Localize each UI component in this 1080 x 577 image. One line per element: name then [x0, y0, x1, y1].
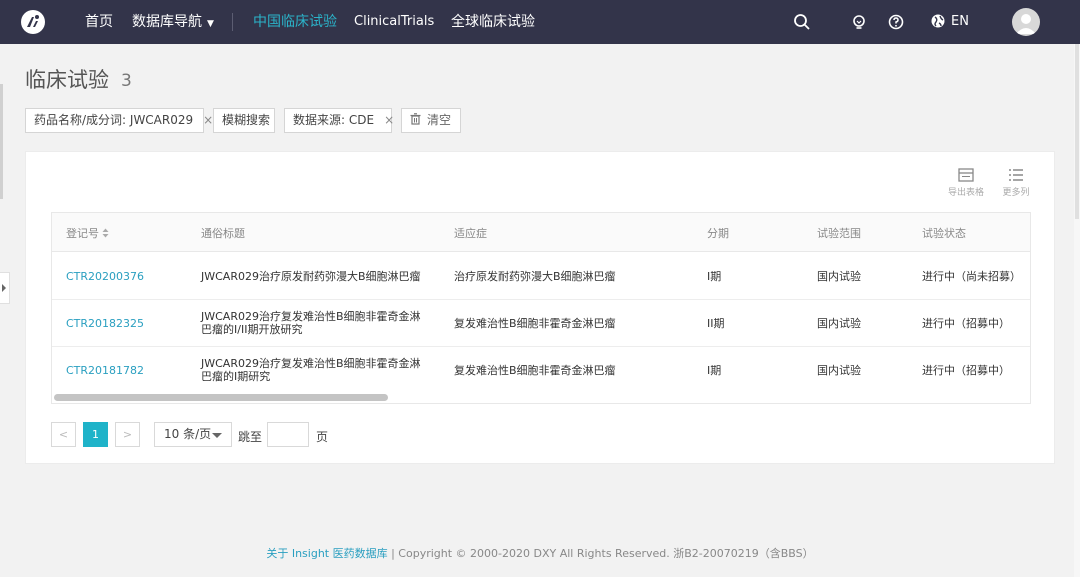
- column-header-registration-label: 登记号: [66, 227, 99, 240]
- filter-tag-fuzzy-label: 模糊搜索: [222, 113, 271, 127]
- table-row: CTR20181782 JWCAR029治疗复发难治性B细胞非霍奇金淋 巴瘤的I…: [52, 347, 1030, 394]
- caret-down-icon: [212, 433, 222, 438]
- lightbulb-icon[interactable]: [850, 13, 868, 31]
- filter-tag-source-label: 数据来源: CDE: [293, 113, 375, 127]
- dxy-logo-icon[interactable]: [21, 10, 45, 34]
- table-header: 登记号 通俗标题 适应症 分期 试验范围 试验状态: [52, 213, 1030, 252]
- trial-scope: 国内试验: [817, 364, 861, 377]
- list-icon: [1009, 169, 1023, 181]
- user-icon: [1016, 14, 1036, 34]
- trial-indication: 复发难治性B细胞非霍奇金淋巴瘤: [454, 364, 616, 377]
- close-icon[interactable]: ×: [203, 113, 213, 127]
- nav-divider: [232, 13, 233, 31]
- table-row: CTR20200376 JWCAR029治疗原发耐药弥漫大B细胞淋巴瘤 治疗原发…: [52, 253, 1030, 300]
- trash-icon: [410, 113, 421, 125]
- nav-clinicaltrials-link[interactable]: ClinicalTrials: [354, 12, 434, 32]
- nav-china-trials-link[interactable]: 中国临床试验: [253, 12, 337, 32]
- trial-phase: II期: [707, 317, 725, 330]
- trial-title-line-2: 巴瘤的I期研究: [201, 370, 271, 383]
- footer-about-link[interactable]: 关于 Insight 医药数据库: [266, 547, 387, 560]
- search-icon[interactable]: [793, 13, 811, 31]
- clear-filters-label: 清空: [427, 113, 452, 127]
- trial-title-line-2: 巴瘤的I/II期开放研究: [201, 323, 303, 336]
- filter-tag-fuzzy[interactable]: 模糊搜索: [213, 108, 275, 133]
- trial-phase: I期: [707, 364, 722, 377]
- language-switch[interactable]: EN: [930, 13, 969, 29]
- page-title: 临床试验: [25, 68, 109, 92]
- trial-id-link[interactable]: CTR20181782: [66, 364, 144, 377]
- trial-indication: 复发难治性B细胞非霍奇金淋巴瘤: [454, 317, 616, 330]
- globe-icon: [931, 14, 945, 28]
- page-size-select[interactable]: 10 条/页: [154, 422, 232, 447]
- help-icon[interactable]: [887, 13, 905, 31]
- nav-database-label: 数据库导航: [132, 14, 202, 30]
- sort-icon: [102, 228, 109, 238]
- sidebar-expand-handle[interactable]: [0, 272, 10, 304]
- page-1-button[interactable]: 1: [83, 422, 108, 447]
- trial-indication: 治疗原发耐药弥漫大B细胞淋巴瘤: [454, 270, 616, 283]
- trial-title-line-1: JWCAR029治疗复发难治性B细胞非霍奇金淋: [201, 310, 421, 323]
- caret-right-icon: [2, 284, 6, 292]
- result-count: 3: [121, 71, 132, 91]
- column-header-registration[interactable]: 登记号: [66, 225, 109, 241]
- column-header-status: 试验状态: [922, 227, 966, 240]
- table-horizontal-scrollbar[interactable]: [54, 394, 388, 401]
- clear-filters-button[interactable]: 清空: [401, 108, 461, 133]
- trial-status: 进行中（尚未招募）: [922, 270, 1021, 283]
- export-table-button[interactable]: 导出表格: [948, 168, 984, 198]
- nav-home-link[interactable]: 首页: [85, 12, 113, 32]
- trial-id-link[interactable]: CTR20200376: [66, 270, 144, 283]
- trial-scope: 国内试验: [817, 317, 861, 330]
- trial-title-line-1: JWCAR029治疗复发难治性B细胞非霍奇金淋: [201, 357, 421, 370]
- table-row: CTR20182325 JWCAR029治疗复发难治性B细胞非霍奇金淋 巴瘤的I…: [52, 300, 1030, 347]
- nav-global-trials-link[interactable]: 全球临床试验: [451, 12, 535, 32]
- more-columns-button[interactable]: 更多列: [998, 168, 1034, 198]
- column-header-scope: 试验范围: [817, 227, 861, 240]
- footer: 关于 Insight 医药数据库 | Copyright © 2000-2020…: [0, 545, 1080, 561]
- top-nav-bar: 首页 数据库导航 ▼ 中国临床试验 ClinicalTrials 全球临床试验 E…: [0, 0, 1080, 44]
- column-header-indication: 适应症: [454, 227, 487, 240]
- next-page-button[interactable]: >: [115, 422, 140, 447]
- jump-to-label: 跳至: [238, 430, 263, 444]
- jump-page-input[interactable]: [267, 422, 309, 447]
- trial-status: 进行中（招募中）: [922, 317, 1010, 330]
- close-icon[interactable]: ×: [384, 113, 394, 127]
- avatar[interactable]: [1012, 8, 1040, 36]
- export-table-label: 导出表格: [948, 188, 985, 198]
- trials-table: 登记号 通俗标题 适应症 分期 试验范围 试验状态 CTR20200376 JW…: [51, 212, 1031, 404]
- prev-page-button[interactable]: <: [51, 422, 76, 447]
- page-size-value: 10 条/页: [164, 427, 212, 441]
- nav-database-dropdown[interactable]: 数据库导航 ▼: [132, 12, 214, 34]
- trial-title: JWCAR029治疗原发耐药弥漫大B细胞淋巴瘤: [201, 270, 421, 283]
- export-icon: [958, 168, 974, 182]
- column-header-title: 通俗标题: [201, 227, 245, 240]
- language-label: EN: [951, 13, 969, 29]
- page-scrollbar-thumb[interactable]: [1075, 44, 1079, 219]
- filter-tag-drug-label: 药品名称/成分词: JWCAR029: [34, 113, 194, 127]
- page-unit-label: 页: [316, 430, 329, 444]
- page-scrollbar[interactable]: [1074, 44, 1080, 577]
- filter-tag-source: 数据来源: CDE ×: [284, 108, 394, 133]
- more-columns-label: 更多列: [1002, 188, 1030, 198]
- chevron-down-icon: ▼: [207, 19, 214, 29]
- column-header-phase: 分期: [707, 227, 729, 240]
- results-card: 导出表格 更多列 登记号 通俗标题 适应症 分期 试验范围 试验状态 CTR20…: [25, 151, 1055, 464]
- left-edge-bar: [0, 84, 3, 199]
- footer-copyright: | Copyright © 2000-2020 DXY All Rights R…: [387, 547, 814, 560]
- trial-id-link[interactable]: CTR20182325: [66, 317, 144, 330]
- trial-status: 进行中（招募中）: [922, 364, 1010, 377]
- trial-phase: I期: [707, 270, 722, 283]
- trial-scope: 国内试验: [817, 270, 861, 283]
- filter-tag-drug: 药品名称/成分词: JWCAR029 ×: [25, 108, 213, 133]
